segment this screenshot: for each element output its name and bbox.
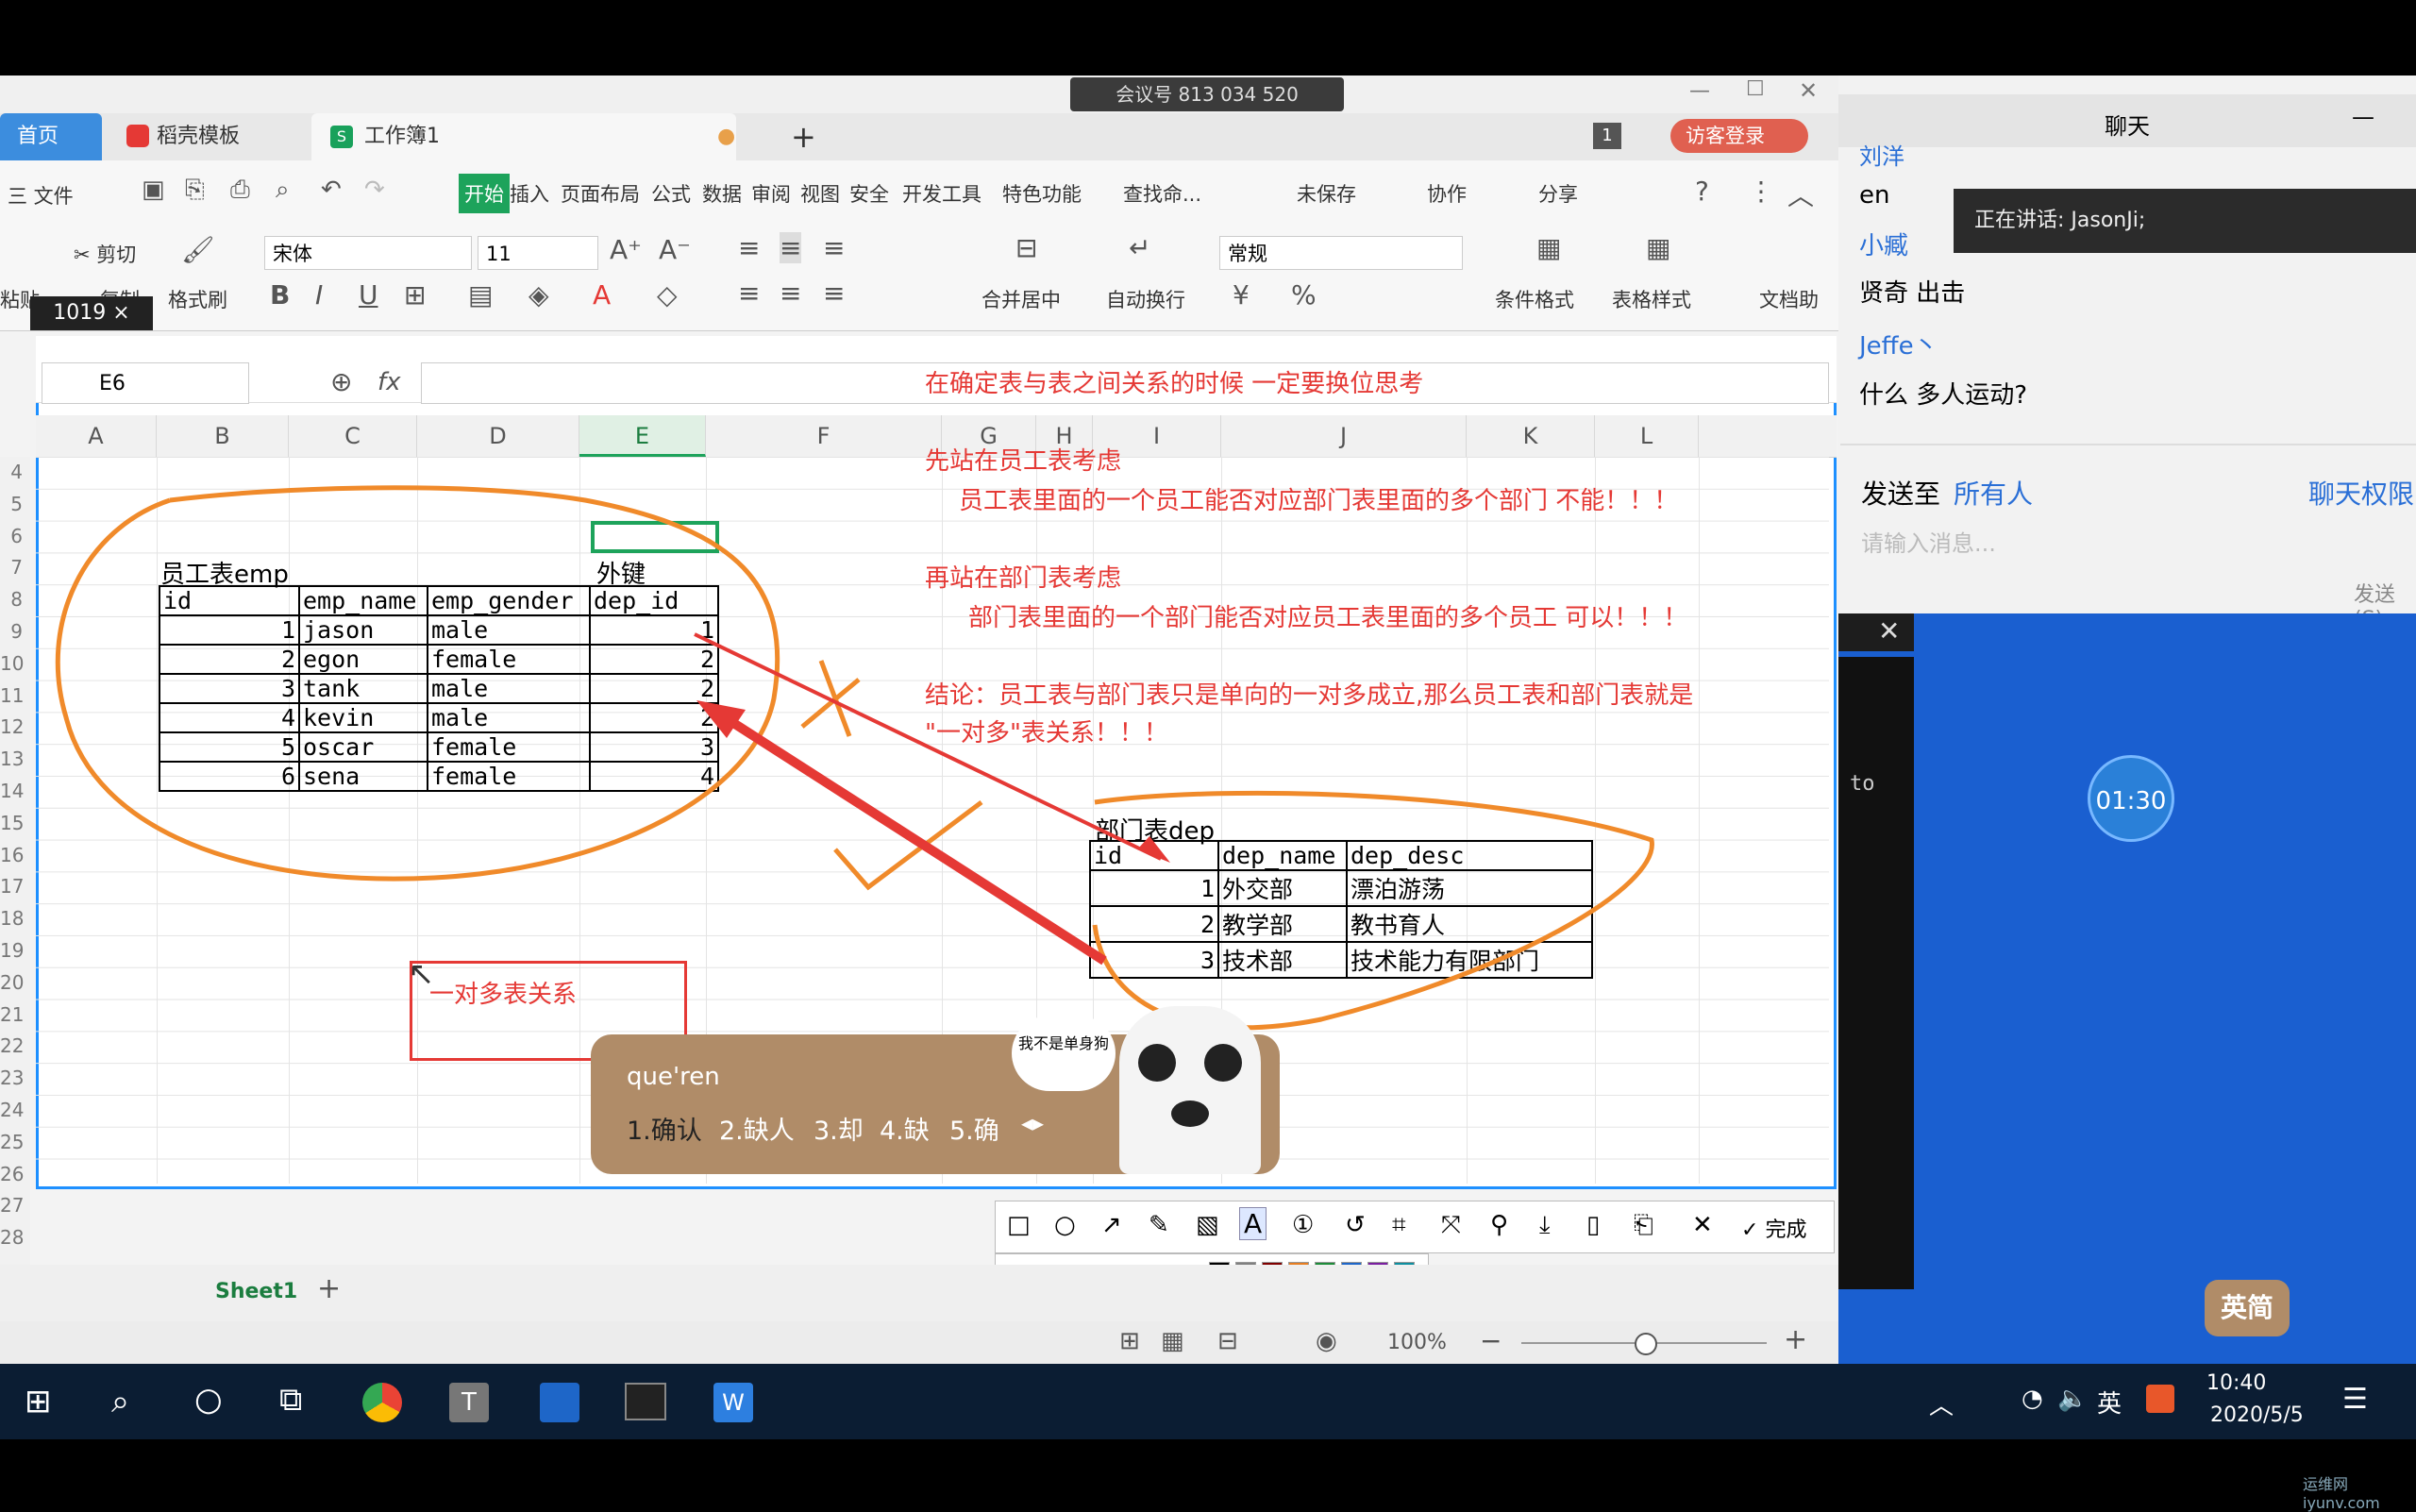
chat-title: 聊天 bbox=[2105, 113, 2150, 140]
video-close-bar: ✕ bbox=[1838, 613, 1914, 651]
watermark: 运维网 iyunv.com bbox=[2303, 1475, 2380, 1512]
zoom-out-icon[interactable]: − bbox=[1480, 1325, 1502, 1356]
red-arrow-line-2 bbox=[714, 708, 1107, 966]
sheet-tab[interactable]: Sheet1 bbox=[215, 1280, 297, 1303]
wps-icon[interactable]: W bbox=[713, 1383, 753, 1422]
chat-message: en bbox=[1859, 181, 1890, 210]
sheet-tab-bar: Sheet1 + bbox=[0, 1265, 1838, 1321]
add-sheet-icon[interactable]: + bbox=[317, 1272, 341, 1305]
red-arrow-head bbox=[1137, 836, 1170, 863]
chat-permission-link[interactable]: 聊天权限 bbox=[2308, 474, 2414, 512]
translate-tool-icon[interactable]: ⤧ bbox=[1441, 1211, 1461, 1240]
husky-sticker-icon bbox=[1119, 1006, 1261, 1174]
chat-sender: Jeffe丶 bbox=[1859, 332, 1938, 361]
undo-tool-icon[interactable]: ↺ bbox=[1345, 1211, 1366, 1239]
terminal-fragment: to bbox=[1838, 657, 1914, 1289]
ime-candidate-4[interactable]: 4.缺 bbox=[880, 1110, 930, 1147]
eye-icon[interactable]: ◉ bbox=[1316, 1327, 1337, 1355]
cortana-icon[interactable]: ○ bbox=[194, 1381, 223, 1419]
notification-icon[interactable]: ☰ bbox=[2342, 1383, 2368, 1416]
search-icon[interactable]: ⌕ bbox=[111, 1383, 129, 1420]
sogou-icon[interactable] bbox=[2146, 1385, 2174, 1413]
download-tool-icon[interactable]: ⤓ bbox=[1539, 1211, 1551, 1240]
screenshot-toolbar: □ ○ ↗ ✎ ▧ A ① ↺ ⌗ ⤧ ⚲ ⤓ ▯ ⎗ ✕ ✓ 完成 bbox=[995, 1201, 1835, 1253]
network-icon[interactable]: ◔ bbox=[2022, 1385, 2043, 1413]
chrome-icon[interactable] bbox=[362, 1383, 402, 1422]
orange-circle-dep bbox=[1092, 790, 1654, 1031]
bookmark-tool-icon[interactable]: ⎗ bbox=[1634, 1211, 1653, 1240]
pin-tool-icon[interactable]: ⚲ bbox=[1490, 1211, 1508, 1239]
ime-candidate-popup: que'ren 1.确认 2.缺人 3.却 4.缺 5.确 ◂▸ 我不是单身狗 bbox=[591, 1006, 1280, 1174]
ime-lang[interactable]: 英 bbox=[2097, 1385, 2122, 1420]
cancel-tool-icon[interactable]: ✕ bbox=[1692, 1211, 1713, 1239]
ime-input: que'ren bbox=[627, 1063, 720, 1091]
volume-icon[interactable]: 🔈 bbox=[2057, 1385, 2088, 1413]
divider bbox=[1840, 444, 2416, 445]
chat-sender: 小臧 bbox=[1859, 232, 1909, 260]
task-view-icon[interactable]: ⧉ bbox=[279, 1381, 302, 1419]
zoom-slider-thumb[interactable] bbox=[1635, 1333, 1657, 1355]
page-view-icon[interactable]: ▦ bbox=[1161, 1327, 1184, 1355]
clock-date: 2020/5/5 bbox=[2210, 1403, 2304, 1427]
timer-badge: 01:30 bbox=[2088, 755, 2174, 842]
number-tool-icon[interactable]: ① bbox=[1292, 1211, 1314, 1239]
windows-start-icon[interactable]: ⊞ bbox=[25, 1383, 52, 1420]
chat-header: 聊天 — bbox=[1838, 94, 2416, 147]
zoom-in-icon[interactable]: + bbox=[1784, 1323, 1807, 1356]
chat-input[interactable]: 请输入消息... bbox=[1861, 525, 1996, 558]
terminal-text: to bbox=[1850, 772, 1875, 796]
husky-nose bbox=[1171, 1100, 1209, 1127]
ime-candidate-2[interactable]: 2.缺人 bbox=[719, 1110, 795, 1147]
clock-time: 10:40 bbox=[2206, 1371, 2267, 1395]
zoom-level: 100% bbox=[1387, 1331, 1447, 1354]
red-arrow-head-2 bbox=[696, 700, 746, 738]
ellipse-tool-icon[interactable]: ○ bbox=[1054, 1211, 1076, 1239]
ime-candidate-5[interactable]: 5.确 bbox=[949, 1110, 999, 1147]
speaking-indicator: 正在讲话: JasonJi; bbox=[1954, 189, 2416, 253]
arrow-tool-icon[interactable]: ↗ bbox=[1101, 1211, 1122, 1239]
orange-check bbox=[833, 800, 983, 891]
text-tool-icon[interactable]: A bbox=[1239, 1207, 1267, 1240]
video-area bbox=[1838, 613, 2416, 1369]
split-view-icon[interactable]: ⊟ bbox=[1217, 1327, 1238, 1355]
meeting-app-icon[interactable] bbox=[540, 1383, 579, 1422]
done-button[interactable]: ✓ 完成 bbox=[1741, 1213, 1806, 1243]
save-tool-icon[interactable]: ▯ bbox=[1586, 1211, 1600, 1239]
chat-message: 贤奇 出击 bbox=[1859, 279, 1966, 308]
mosaic-tool-icon[interactable]: ▧ bbox=[1196, 1211, 1219, 1239]
send-to-label: 发送至 bbox=[1861, 479, 1941, 510]
husky-eye bbox=[1138, 1044, 1176, 1082]
ime-page-arrows-icon[interactable]: ◂▸ bbox=[1021, 1110, 1044, 1136]
zoom-slider[interactable] bbox=[1521, 1333, 1767, 1355]
pen-tool-icon[interactable]: ✎ bbox=[1149, 1211, 1169, 1239]
bottom-black-bar: 运维网 iyunv.com bbox=[0, 1439, 2416, 1512]
terminal-icon[interactable] bbox=[625, 1383, 666, 1420]
chat-minimize-icon[interactable]: — bbox=[2352, 104, 2374, 130]
input-method-logo: 英简 bbox=[2205, 1280, 2290, 1336]
taskbar: ⊞ ⌕ ○ ⧉ T W ︿ ◔ 🔈 英 10:40 2020/5/5 ☰ bbox=[0, 1364, 2416, 1439]
status-bar: ⊞ ▦ ⊟ ◉ 100% − + bbox=[0, 1321, 1838, 1364]
tray-expand-icon[interactable]: ︿ bbox=[1929, 1386, 1954, 1421]
send-to-select[interactable]: 所有人 bbox=[1954, 474, 2033, 512]
normal-view-icon[interactable]: ⊞ bbox=[1119, 1327, 1140, 1355]
sticker-bubble: 我不是单身狗 bbox=[1012, 1016, 1116, 1091]
ocr-tool-icon[interactable]: ⌗ bbox=[1392, 1211, 1406, 1240]
video-close-icon[interactable]: ✕ bbox=[1878, 615, 1900, 647]
chat-sender: 刘洋 bbox=[1859, 143, 1904, 170]
husky-eye bbox=[1204, 1044, 1242, 1082]
typora-icon[interactable]: T bbox=[449, 1383, 489, 1422]
ime-candidate-1[interactable]: 1.确认 bbox=[627, 1110, 702, 1147]
check-icon: ✓ bbox=[1741, 1218, 1759, 1242]
done-label: 完成 bbox=[1765, 1218, 1807, 1242]
chat-message: 什么 多人运动? bbox=[1859, 381, 2028, 410]
ime-candidate-3[interactable]: 3.却 bbox=[814, 1110, 864, 1147]
rectangle-tool-icon[interactable]: □ bbox=[1007, 1211, 1031, 1239]
orange-circle-emp bbox=[55, 485, 780, 882]
